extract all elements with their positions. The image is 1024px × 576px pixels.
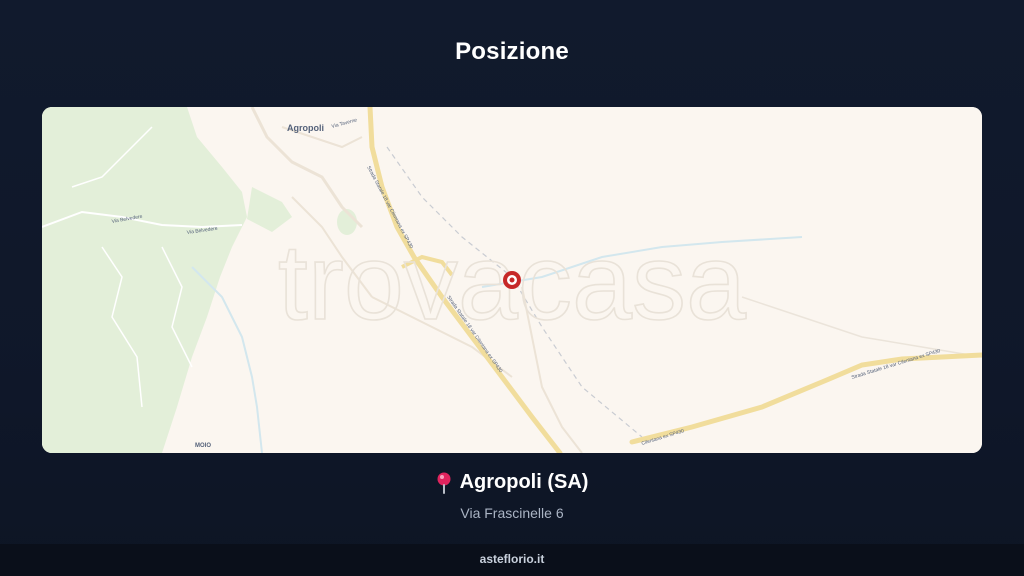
location-address: Via Frascinelle 6 (460, 504, 564, 521)
label-agropoli: Agropoli (287, 123, 324, 133)
map-pin-icon (437, 472, 451, 494)
map-canvas[interactable]: Agropoli MOIO Via Belvedere Via Belveder… (42, 107, 982, 453)
location-marker-icon[interactable] (503, 271, 521, 289)
location-info: Agropoli (SA) Via Frascinelle 6 (0, 471, 1024, 521)
label-moio: MOIO (195, 443, 211, 449)
location-name: Agropoli (SA) (459, 471, 589, 493)
footer-brand[interactable]: asteflorio.it (480, 552, 545, 566)
page-title: Posizione (455, 38, 569, 65)
location-title: Agropoli (SA) (436, 471, 589, 494)
footer: asteflorio.it (0, 544, 1024, 576)
map-view[interactable]: Agropoli MOIO Via Belvedere Via Belveder… (42, 107, 982, 453)
